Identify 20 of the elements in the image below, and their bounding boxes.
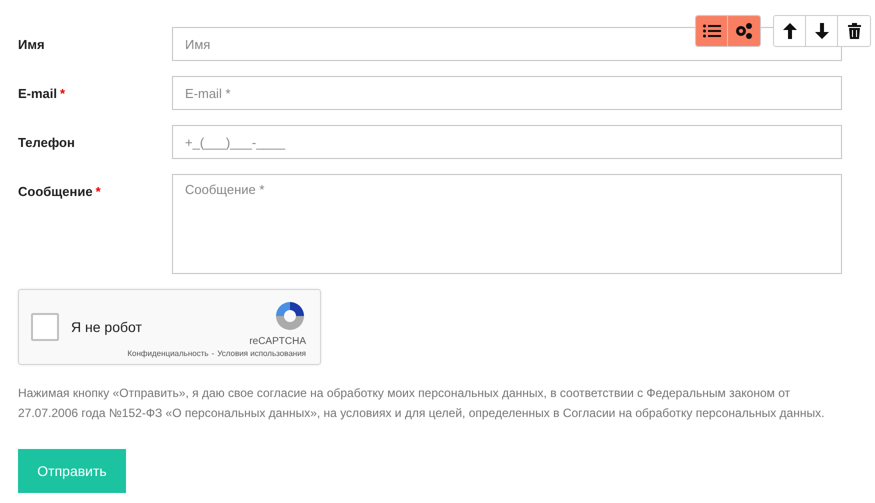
field-label: Сообщение * <box>18 183 102 199</box>
captcha-checkbox[interactable] <box>31 313 59 341</box>
terms-link[interactable]: Условия использования <box>217 349 306 358</box>
list-button[interactable] <box>696 16 728 46</box>
recaptcha-brand: reCAPTCHA <box>249 336 306 347</box>
field-label: Телефон <box>18 134 76 150</box>
field-label: Имя <box>18 36 46 52</box>
link-separator: - <box>212 349 214 358</box>
message-field[interactable]: Сообщение * <box>172 174 842 274</box>
trash-icon <box>848 23 860 39</box>
up-button[interactable] <box>774 16 806 46</box>
arrow-down-icon <box>814 23 828 39</box>
field-label: E-mail * <box>18 85 66 101</box>
input-field[interactable]: E-mail * <box>172 76 842 110</box>
captcha-label: Я не робот <box>71 319 142 335</box>
arrow-up-icon <box>782 23 796 39</box>
consent-text: Нажимая кнопку «Отправить», я даю свое согласие на обработку моих персональных данных, в соответствии с Федеральным законом от 27.07.2006 года №152-ФЗ «О персональных данных», на условиях и для целей, определенных в Согласии на обработку персональных данных. <box>18 385 826 422</box>
list-icon <box>702 24 720 38</box>
privacy-link[interactable]: Конфиденциальность <box>127 349 209 358</box>
input-field[interactable]: +_(___)___-____ <box>172 125 842 159</box>
